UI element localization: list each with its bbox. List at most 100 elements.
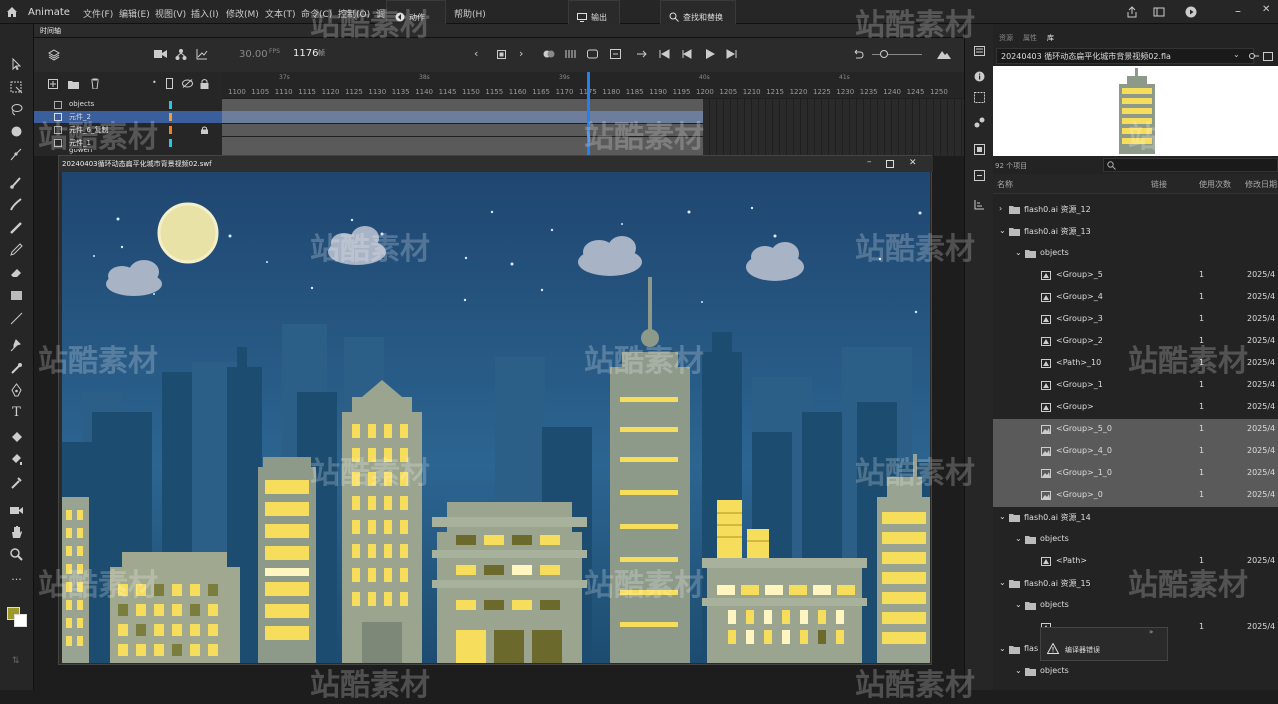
subselection-tool-icon[interactable]	[8, 146, 25, 163]
layer-color-chip[interactable]	[169, 139, 172, 147]
library-item-row[interactable]: <Path>_10 1 2025/4	[993, 353, 1278, 375]
home-icon[interactable]	[6, 6, 18, 18]
mountain-icon[interactable]	[937, 49, 951, 59]
go-to-first-frame-icon[interactable]	[659, 49, 670, 59]
layer-name[interactable]: 元件_6_复制	[69, 125, 108, 135]
library-folder-row[interactable]: ⌄ flash0.ai 资源_15	[993, 573, 1278, 595]
zoom-tool-icon[interactable]	[8, 546, 25, 563]
frame-span[interactable]	[222, 137, 703, 149]
chevron-down-icon[interactable]: ⌄	[999, 578, 1006, 587]
brush-tool-icon[interactable]	[8, 174, 25, 191]
chevron-down-icon[interactable]: ⌄	[1015, 534, 1022, 543]
library-item-row[interactable]: <Group>_4 1 2025/4	[993, 287, 1278, 309]
3d-rotation-tool-icon[interactable]	[8, 123, 25, 140]
menu-modify[interactable]: 修改(M)	[226, 7, 259, 20]
chevron-down-icon[interactable]: ⌄	[1015, 666, 1022, 675]
eraser-tool-icon[interactable]	[8, 264, 25, 281]
compiler-errors-label[interactable]: 编译器错误	[1065, 645, 1100, 655]
layer-name[interactable]: objects	[69, 100, 94, 108]
parenting-icon[interactable]	[175, 48, 187, 60]
column-link[interactable]: 链接	[1151, 179, 1167, 190]
window-minimize-icon[interactable]: –	[867, 157, 872, 167]
library-search-input[interactable]	[1103, 158, 1278, 172]
library-folder-row[interactable]: ⌄ objects	[993, 661, 1278, 683]
tab-properties[interactable]: 属性	[1023, 33, 1037, 43]
chevron-down-icon[interactable]: ⌄	[999, 226, 1006, 235]
align-panel-icon[interactable]	[974, 92, 985, 103]
edit-multiple-frames-icon[interactable]	[565, 49, 576, 59]
paint-bucket-tool-icon[interactable]	[8, 428, 25, 445]
properties-panel-icon[interactable]	[974, 46, 985, 56]
library-item-row[interactable]: <Group>_4_0 1 2025/4	[993, 441, 1278, 463]
library-file-select[interactable]: 20240403 循环动态扁平化城市背景视频02.fla ⌄	[996, 48, 1254, 64]
layers-icon[interactable]	[48, 49, 60, 61]
stage-canvas[interactable]	[62, 172, 930, 663]
minimize-icon[interactable]: –	[1235, 4, 1241, 18]
library-item-row[interactable]: <Group>_3 1 2025/4	[993, 309, 1278, 331]
insert-keyframe-icon[interactable]	[610, 49, 621, 59]
loop-icon[interactable]	[587, 49, 598, 59]
chevron-right-icon[interactable]: ›	[999, 204, 1002, 213]
chevron-down-icon[interactable]: ⌄	[999, 644, 1006, 653]
onion-skin-icon[interactable]	[543, 50, 555, 58]
swap-colors-icon[interactable]: ⇅	[12, 656, 20, 666]
column-usage[interactable]: 使用次数	[1199, 179, 1231, 190]
layer-color-chip[interactable]	[169, 101, 172, 109]
tab-library[interactable]: 库	[1047, 33, 1054, 43]
menu-file[interactable]: 文件(F)	[83, 7, 113, 20]
fps-value[interactable]: 30.00	[239, 49, 268, 60]
library-item-row[interactable]: <Group>_5_0 1 2025/4	[993, 419, 1278, 441]
ink-bottle-tool-icon[interactable]	[8, 451, 25, 468]
step-forward-icon[interactable]	[726, 49, 737, 59]
camera-icon[interactable]	[154, 49, 167, 59]
outline-mode-icon[interactable]	[166, 78, 173, 89]
line-tool-icon[interactable]	[8, 310, 25, 327]
pin-library-icon[interactable]	[1249, 52, 1259, 60]
insert-frame-icon[interactable]	[636, 49, 647, 59]
menu-commands[interactable]: 命令(C)	[301, 7, 332, 20]
library-folder-row[interactable]: ⌄ flash0.ai 资源_14	[993, 507, 1278, 529]
info-panel-icon[interactable]	[974, 71, 985, 82]
rectangle-tool-icon[interactable]	[8, 287, 25, 304]
library-folder-row[interactable]: ⌄ flash0.ai 资源_13	[993, 221, 1278, 243]
column-date[interactable]: 修改日期	[1245, 179, 1277, 190]
layer-name[interactable]: gowen	[69, 149, 92, 154]
playhead[interactable]	[587, 72, 590, 156]
center-frame-icon[interactable]	[497, 50, 506, 59]
next-keyframe-icon[interactable]: ›	[519, 47, 523, 60]
lasso-tool-icon[interactable]	[8, 101, 25, 118]
test-movie-icon[interactable]	[1185, 6, 1197, 18]
lock-all-icon[interactable]	[200, 78, 209, 89]
eyedropper-tool-icon[interactable]	[8, 474, 25, 491]
pin-tool-icon[interactable]	[8, 337, 25, 354]
frame-span-selected[interactable]	[222, 111, 703, 123]
undo-view-icon[interactable]	[852, 49, 864, 59]
components-panel-icon[interactable]	[974, 170, 985, 181]
library-item-row[interactable]: <Group>_2 1 2025/4	[993, 331, 1278, 353]
pen-tool-icon[interactable]	[8, 382, 25, 399]
classic-brush-tool-icon[interactable]	[8, 219, 25, 236]
library-folder-row[interactable]: › flash0.ai 资源_12	[993, 199, 1278, 221]
menu-view[interactable]: 视图(V)	[155, 7, 186, 20]
layer-row[interactable]: 元件_1	[34, 137, 222, 149]
library-item-row[interactable]: <Group>_0 1 2025/4	[993, 485, 1278, 507]
menu-help[interactable]: 帮助(H)	[454, 7, 486, 20]
window-close-icon[interactable]: ✕	[909, 158, 917, 168]
lock-icon[interactable]	[201, 126, 208, 134]
frame-span[interactable]	[222, 124, 703, 136]
library-item-row[interactable]: <Group>_5 1 2025/4	[993, 265, 1278, 287]
expand-icon[interactable]: »	[1149, 628, 1153, 636]
text-tool-icon[interactable]: T	[8, 405, 25, 422]
chevron-down-icon[interactable]: ⌄	[1015, 600, 1022, 609]
layer-name[interactable]: 元件_2	[69, 112, 91, 122]
library-panel-icon[interactable]	[974, 144, 985, 155]
library-item-row[interactable]: <Group>_1 1 2025/4	[993, 375, 1278, 397]
history-panel-icon[interactable]	[974, 199, 985, 210]
tab-assets[interactable]: 资源	[999, 33, 1013, 43]
camera-tool-icon[interactable]	[8, 502, 25, 519]
motion-presets-icon[interactable]	[974, 117, 985, 128]
column-name[interactable]: 名称	[997, 179, 1013, 190]
selection-tool-icon[interactable]	[8, 56, 25, 73]
layer-row[interactable]: objects	[34, 99, 222, 111]
paint-brush-tool-icon[interactable]	[8, 196, 25, 213]
